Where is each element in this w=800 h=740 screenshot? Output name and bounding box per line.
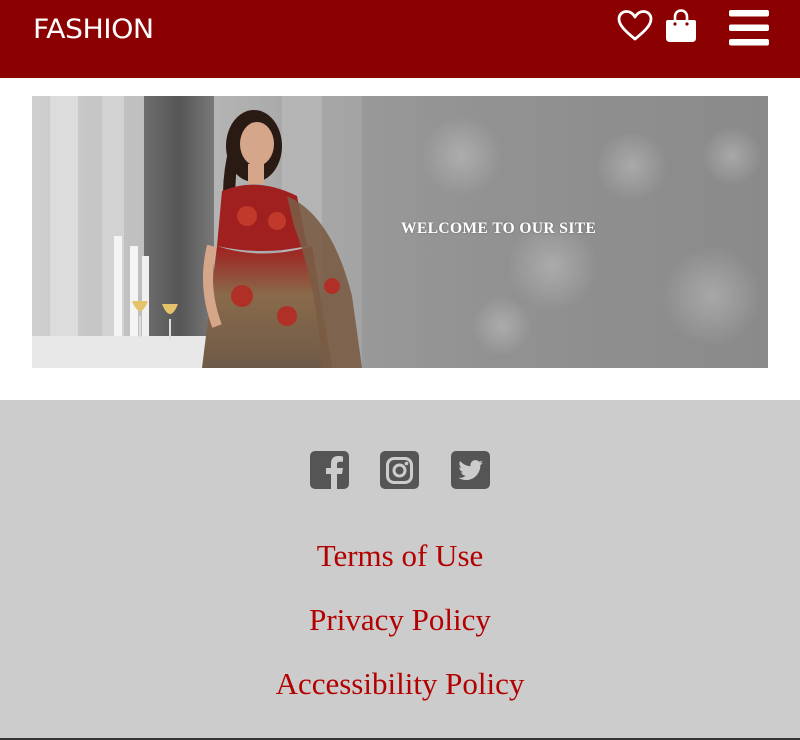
twitter-icon[interactable] bbox=[451, 450, 491, 490]
terms-of-use-link[interactable]: Terms of Use bbox=[0, 536, 800, 576]
shopping-bag-icon[interactable] bbox=[665, 9, 697, 43]
heart-icon[interactable] bbox=[617, 10, 653, 42]
accessibility-policy-link[interactable]: Accessibility Policy bbox=[0, 664, 800, 704]
banner-welcome-text: WELCOME TO OUR SITE bbox=[401, 220, 597, 237]
site-footer: Terms of Use Privacy Policy Accessibilit… bbox=[0, 400, 800, 738]
instagram-icon[interactable] bbox=[380, 450, 420, 490]
hero-banner: WELCOME TO OUR SITE bbox=[32, 96, 768, 368]
site-logo[interactable]: FASHION bbox=[33, 14, 154, 45]
hamburger-menu-icon[interactable] bbox=[729, 10, 769, 46]
privacy-policy-link[interactable]: Privacy Policy bbox=[0, 600, 800, 640]
site-header: FASHION bbox=[0, 0, 800, 78]
banner-image bbox=[32, 96, 768, 368]
facebook-icon[interactable] bbox=[310, 450, 350, 490]
